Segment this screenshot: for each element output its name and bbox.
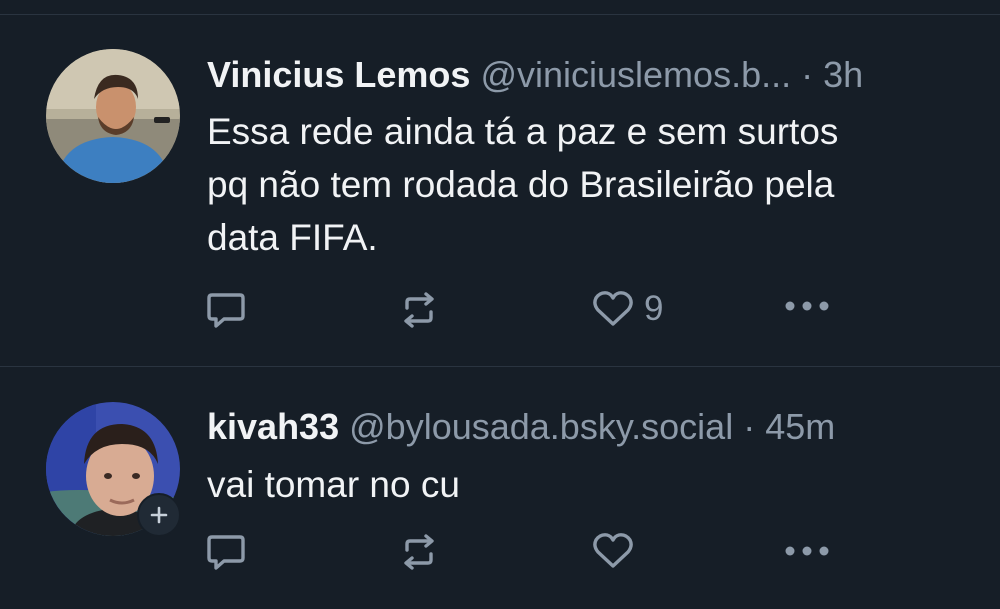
like-button[interactable] (592, 532, 644, 570)
post-header: kivah33 @bylousada.bsky.social · 45m (207, 407, 835, 447)
post-text: Essa rede ainda tá a paz e sem surtos pq… (207, 105, 967, 264)
reply-button[interactable] (206, 291, 246, 329)
post-time[interactable]: 3h (823, 54, 863, 95)
post-text-line: Essa rede ainda tá a paz e sem surtos (207, 111, 839, 152)
post-feed: Vinicius Lemos @viniciuslemos.b... · 3h … (0, 0, 1000, 609)
plus-icon (150, 506, 168, 524)
post-time[interactable]: 45m (765, 406, 835, 447)
more-options-icon (785, 546, 829, 556)
post-text-line: vai tomar no cu (207, 464, 460, 505)
separator-dot: · (801, 54, 814, 95)
like-count: 9 (644, 289, 664, 328)
more-options-button[interactable] (784, 545, 830, 557)
reply-icon (207, 535, 245, 570)
separator-dot: · (743, 406, 756, 447)
like-button[interactable]: 9 (592, 289, 663, 329)
reply-icon (207, 293, 245, 328)
avatar-vinicius-lemos[interactable] (46, 49, 180, 183)
reply-button[interactable] (206, 533, 246, 571)
more-options-button[interactable] (784, 300, 830, 312)
author-name[interactable]: Vinicius Lemos (207, 54, 470, 95)
author-handle[interactable]: @bylousada.bsky.social (349, 406, 733, 447)
post-header: Vinicius Lemos @viniciuslemos.b... · 3h (207, 55, 863, 95)
post-vinicius-lemos[interactable]: Vinicius Lemos @viniciuslemos.b... · 3h … (0, 15, 1000, 366)
repost-button[interactable] (399, 290, 439, 330)
post-kivah33[interactable]: kivah33 @bylousada.bsky.social · 45m vai… (0, 367, 1000, 609)
repost-icon (404, 534, 434, 570)
more-options-icon (785, 301, 829, 311)
heart-icon (593, 291, 633, 326)
repost-button[interactable] (399, 532, 439, 572)
post-text: vai tomar no cu (207, 458, 967, 511)
author-handle[interactable]: @viniciuslemos.b... (480, 54, 791, 95)
post-text-line: pq não tem rodada do Brasileirão pela (207, 164, 835, 205)
repost-icon (404, 292, 434, 328)
follow-button[interactable] (137, 493, 181, 537)
post-text-line: data FIFA. (207, 217, 378, 258)
author-name[interactable]: kivah33 (207, 406, 339, 447)
heart-icon (593, 533, 633, 568)
